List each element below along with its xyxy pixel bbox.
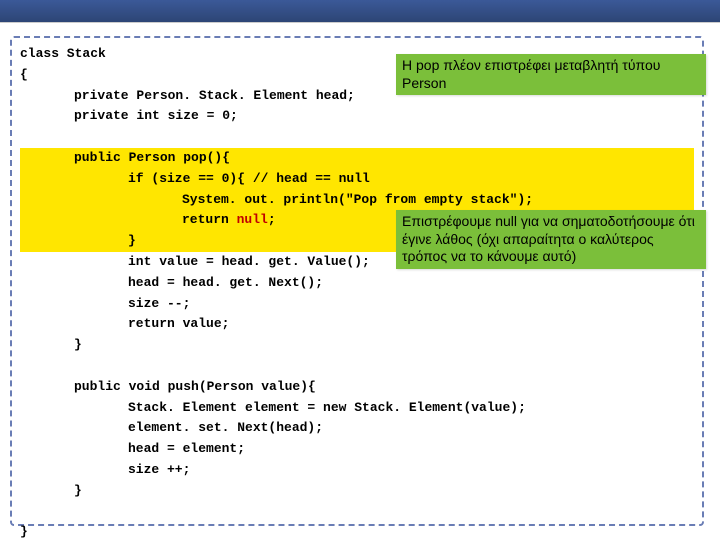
code-line: size --;	[20, 294, 694, 315]
code-line-highlight: if (size == 0){ // head == null	[20, 169, 694, 190]
code-line: head = element;	[20, 439, 694, 460]
code-line: size ++;	[20, 460, 694, 481]
return-text: return	[182, 212, 237, 227]
code-line: head = head. get. Next();	[20, 273, 694, 294]
code-line: private int size = 0;	[20, 106, 694, 127]
code-line: Stack. Element element = new Stack. Elem…	[20, 398, 694, 419]
semicolon: ;	[268, 212, 276, 227]
code-blank	[20, 127, 694, 148]
callout-pop-return: H pop πλέον επιστρέφει μεταβλητή τύπου P…	[396, 54, 706, 95]
callout-null-note: Επιστρέφουμε null για να σηματοδοτήσουμε…	[396, 210, 706, 269]
code-line-highlight: public Person pop(){	[20, 148, 694, 169]
code-blank	[20, 356, 694, 377]
title-bar	[0, 0, 720, 22]
code-line: }	[20, 335, 694, 356]
code-blank	[20, 502, 694, 523]
code-line: element. set. Next(head);	[20, 418, 694, 439]
code-line: }	[20, 481, 694, 502]
code-frame: class Stack { private Person. Stack. Ele…	[10, 36, 704, 526]
code-line: return value;	[20, 314, 694, 335]
null-keyword: null	[237, 212, 268, 227]
code-line: public void push(Person value){	[20, 377, 694, 398]
code-line-highlight: System. out. println("Pop from empty sta…	[20, 190, 694, 211]
